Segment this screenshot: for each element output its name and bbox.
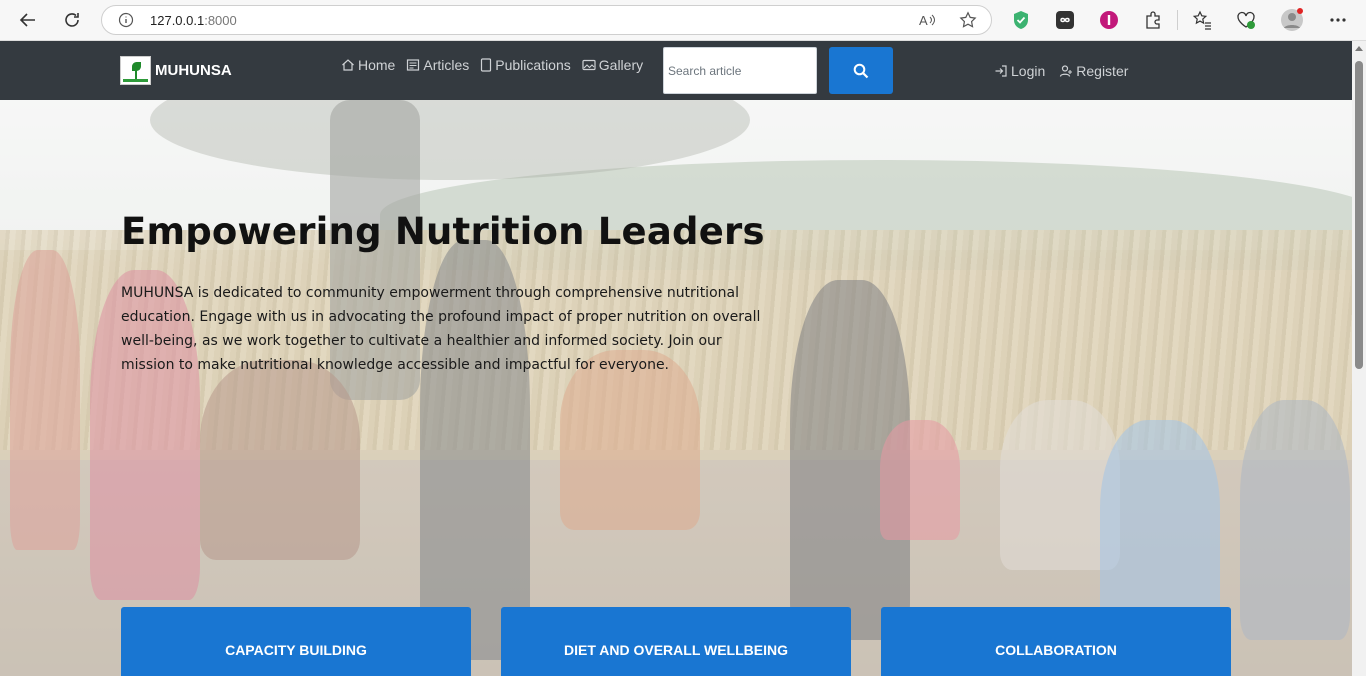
refresh-icon[interactable] (58, 6, 86, 34)
nav-login-label: Login (1011, 63, 1046, 79)
brand-logo (120, 56, 151, 85)
browser-essentials-icon[interactable] (1234, 8, 1258, 32)
nav-home[interactable]: Home (341, 57, 395, 73)
nav-gallery-label: Gallery (598, 57, 644, 73)
card-diet-wellbeing[interactable]: DIET AND OVERALL WELLBEING (501, 607, 851, 676)
home-icon (342, 59, 354, 71)
search-button[interactable] (829, 47, 893, 94)
shield-extension-icon[interactable] (1009, 8, 1033, 32)
newspaper-icon (407, 59, 420, 71)
extensions-puzzle-icon[interactable] (1141, 8, 1165, 32)
nav-gallery[interactable]: Gallery (582, 57, 643, 73)
page-viewport: MUHUNSA Home Articles Publications Galle… (0, 41, 1352, 676)
infinity-extension-icon[interactable] (1053, 8, 1077, 32)
card-collaboration[interactable]: COLLABORATION (881, 607, 1231, 676)
favorite-star-icon[interactable] (959, 11, 977, 34)
scroll-up-arrow[interactable] (1355, 46, 1363, 51)
nav-publications[interactable]: Publications (480, 57, 571, 73)
card-label: DIET AND OVERALL WELLBEING (564, 642, 788, 658)
main-nav: Home Articles Publications Gallery (341, 57, 654, 73)
nav-home-label: Home (358, 57, 396, 73)
extension-badge-icon[interactable] (1097, 8, 1121, 32)
hero-section: Empowering Nutrition Leaders MUHUNSA is … (0, 100, 1352, 676)
search-icon (853, 63, 869, 78)
profile-avatar-icon[interactable] (1280, 8, 1304, 32)
page-scrollbar[interactable] (1352, 41, 1366, 676)
card-label: COLLABORATION (995, 642, 1117, 658)
url-text: 127.0.0.1:8000 (150, 13, 237, 28)
back-icon[interactable] (14, 6, 42, 34)
info-icon[interactable] (118, 12, 134, 33)
address-bar[interactable]: 127.0.0.1:8000 A (101, 5, 992, 35)
document-icon (481, 58, 492, 72)
card-label: CAPACITY BUILDING (225, 642, 367, 658)
nav-register[interactable]: Register (1059, 63, 1128, 79)
browser-toolbar: 127.0.0.1:8000 A (0, 0, 1366, 41)
card-capacity-building[interactable]: CAPACITY BUILDING (121, 607, 471, 676)
nav-articles[interactable]: Articles (406, 57, 469, 73)
image-icon (582, 59, 596, 71)
site-navbar: MUHUNSA Home Articles Publications Galle… (0, 41, 1352, 100)
user-add-icon (1060, 65, 1073, 77)
nav-register-label: Register (1076, 63, 1129, 79)
nav-publications-label: Publications (495, 57, 571, 73)
login-icon (995, 65, 1007, 77)
brand-name: MUHUNSA (155, 62, 232, 79)
toolbar-divider (1177, 10, 1178, 30)
read-aloud-icon[interactable]: A (919, 12, 937, 33)
svg-text:A: A (919, 13, 928, 28)
more-options-icon[interactable] (1326, 8, 1350, 32)
hero-description: MUHUNSA is dedicated to community empowe… (121, 285, 761, 373)
auth-links: Login Register (994, 63, 1142, 79)
search-input[interactable] (663, 47, 817, 94)
brand-link[interactable]: MUHUNSA (120, 56, 232, 85)
scrollbar-thumb[interactable] (1355, 61, 1363, 369)
nav-articles-label: Articles (423, 57, 470, 73)
nav-login[interactable]: Login (994, 63, 1045, 79)
favorites-list-icon[interactable] (1190, 8, 1214, 32)
hero-title: Empowering Nutrition Leaders (121, 210, 765, 253)
